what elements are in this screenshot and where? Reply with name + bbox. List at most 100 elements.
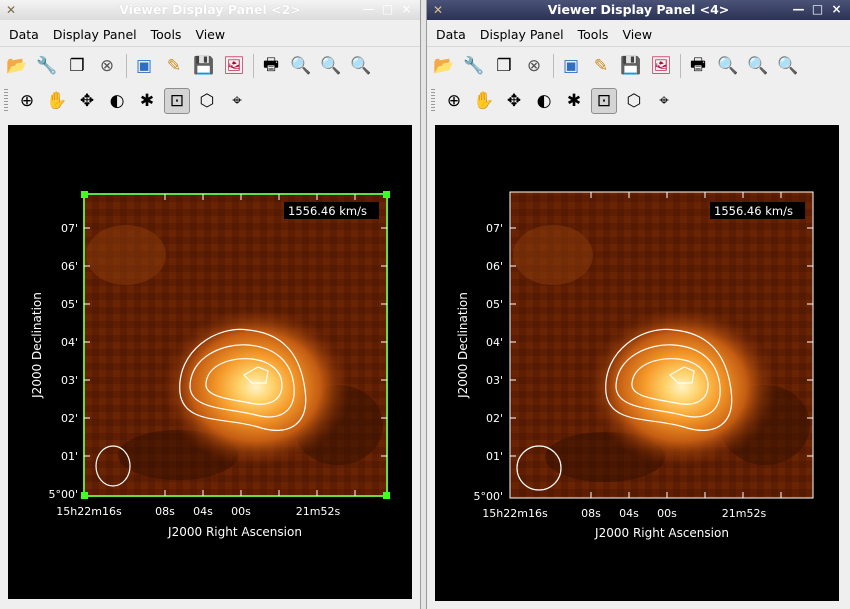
export-image-icon[interactable]: 🖼: [221, 53, 247, 79]
x-tick-labels: 15h22m16s 08s 04s 00s 21m52s: [56, 505, 340, 518]
pan-tool-icon[interactable]: ✋: [471, 88, 497, 114]
menu-data[interactable]: Data: [0, 27, 46, 42]
rectangle-region-icon[interactable]: ⊡: [164, 88, 190, 114]
menu-bar: Data Display Panel Tools View: [0, 22, 420, 47]
save-icon[interactable]: 💾: [618, 53, 644, 79]
toolbar-grip[interactable]: [431, 89, 435, 113]
menu-view[interactable]: View: [188, 27, 232, 42]
preferences-icon[interactable]: ✎: [161, 53, 187, 79]
selection-handle[interactable]: [81, 191, 88, 198]
zoom-out-icon[interactable]: 🔍: [775, 53, 801, 79]
pan-tool-icon[interactable]: ✋: [44, 88, 70, 114]
y-tick-label: 01': [486, 450, 503, 463]
image-canvas[interactable]: 1556.46 km/s 07' 06' 05' 04' 03' 02' 01'…: [8, 125, 412, 599]
title-bar[interactable]: ✕ Viewer Display Panel <2> — □ ×: [0, 0, 420, 20]
selection-handle[interactable]: [383, 492, 390, 499]
x-tick-label: 00s: [231, 505, 251, 518]
x-axis-label: J2000 Right Ascension: [167, 525, 302, 539]
viewer-window-2: ✕ Viewer Display Panel <2> — □ × Data Di…: [0, 0, 421, 609]
x-tick-label: 04s: [619, 507, 639, 520]
y-tick-label: 05': [486, 298, 503, 311]
x-tick-label: 08s: [155, 505, 175, 518]
y-tick-label: 06': [61, 260, 78, 273]
preferences-icon[interactable]: ✎: [588, 53, 614, 79]
y-tick-label: 5°00': [473, 490, 503, 503]
main-toolbar: 📂 🔧 ❐ ⊗ ▣ ✎ 💾 🖼 🖶 🔍 🔍 🔍: [431, 50, 805, 82]
zoom-in-icon[interactable]: 🔍: [745, 53, 771, 79]
print-icon[interactable]: 🖶: [258, 53, 284, 79]
wrench-icon[interactable]: 🔧: [461, 53, 487, 79]
close-button[interactable]: ×: [399, 2, 414, 17]
rectangle-region-icon[interactable]: ⊡: [591, 88, 617, 114]
zoom-tool-icon[interactable]: ⊕: [441, 88, 467, 114]
separator: [680, 54, 681, 78]
y-tick-label: 5°00': [48, 488, 78, 501]
window-title: Viewer Display Panel <2>: [119, 2, 301, 17]
title-bar[interactable]: ✕ Viewer Display Panel <4> — □ ×: [427, 0, 850, 20]
open-icon[interactable]: 📂: [431, 53, 457, 79]
maximize-button[interactable]: □: [810, 2, 825, 17]
tools-toolbar: ⊕ ✋ ✥ ◐ ✱ ⊡ ⬡ ⌖: [431, 85, 681, 117]
y-tick-label: 05': [61, 298, 78, 311]
save-icon[interactable]: 💾: [191, 53, 217, 79]
menu-tools[interactable]: Tools: [571, 27, 616, 42]
selection-handle[interactable]: [81, 492, 88, 499]
wrench-icon[interactable]: 🔧: [34, 53, 60, 79]
zoom-fit-icon[interactable]: 🔍: [288, 53, 314, 79]
toolbar-grip[interactable]: [4, 89, 8, 113]
colormap-tool-icon[interactable]: ✱: [561, 88, 587, 114]
menu-display-panel[interactable]: Display Panel: [46, 27, 144, 42]
zoom-out-icon[interactable]: 🔍: [348, 53, 374, 79]
colormap-tool-icon[interactable]: ✱: [134, 88, 160, 114]
copy-icon[interactable]: ❐: [64, 53, 90, 79]
separator: [553, 54, 554, 78]
x-tick-label: 15h22m16s: [482, 507, 548, 520]
close-circle-icon[interactable]: ⊗: [521, 53, 547, 79]
point-region-icon[interactable]: ⌖: [651, 88, 677, 114]
map-display: 1556.46 km/s 07' 06' 05' 04' 03' 02' 01'…: [456, 191, 814, 540]
menu-tools[interactable]: Tools: [144, 27, 189, 42]
y-tick-label: 02': [486, 412, 503, 425]
menu-bar: Data Display Panel Tools View: [427, 22, 850, 47]
selection-handle[interactable]: [383, 191, 390, 198]
minimize-button[interactable]: —: [361, 2, 376, 17]
polygon-region-icon[interactable]: ⬡: [194, 88, 220, 114]
tools-toolbar: ⊕ ✋ ✥ ◐ ✱ ⊡ ⬡ ⌖: [4, 85, 254, 117]
y-axis-label: J2000 Declination: [30, 292, 44, 399]
contrast-tool-icon[interactable]: ◐: [531, 88, 557, 114]
minimize-button[interactable]: —: [791, 2, 806, 17]
image-canvas[interactable]: 1556.46 km/s 07' 06' 05' 04' 03' 02' 01'…: [435, 125, 839, 601]
new-panel-icon[interactable]: ▣: [131, 53, 157, 79]
zoom-fit-icon[interactable]: 🔍: [715, 53, 741, 79]
y-tick-label: 03': [486, 374, 503, 387]
menu-data[interactable]: Data: [427, 27, 473, 42]
zoom-in-icon[interactable]: 🔍: [318, 53, 344, 79]
close-button[interactable]: ×: [829, 2, 844, 17]
y-tick-label: 03': [61, 374, 78, 387]
y-tick-labels: 07' 06' 05' 04' 03' 02' 01' 5°00': [473, 222, 503, 503]
separator: [253, 54, 254, 78]
move-tool-icon[interactable]: ✥: [74, 88, 100, 114]
copy-icon[interactable]: ❐: [491, 53, 517, 79]
x-tick-label: 00s: [657, 507, 677, 520]
velocity-label: 1556.46 km/s: [714, 204, 793, 218]
polygon-region-icon[interactable]: ⬡: [621, 88, 647, 114]
export-image-icon[interactable]: 🖼: [648, 53, 674, 79]
move-tool-icon[interactable]: ✥: [501, 88, 527, 114]
x-tick-label: 21m52s: [722, 507, 767, 520]
menu-display-panel[interactable]: Display Panel: [473, 27, 571, 42]
point-region-icon[interactable]: ⌖: [224, 88, 250, 114]
y-tick-label: 01': [61, 450, 78, 463]
separator: [126, 54, 127, 78]
x-tick-label: 21m52s: [296, 505, 341, 518]
maximize-button[interactable]: □: [380, 2, 395, 17]
zoom-tool-icon[interactable]: ⊕: [14, 88, 40, 114]
menu-view[interactable]: View: [615, 27, 659, 42]
new-panel-icon[interactable]: ▣: [558, 53, 584, 79]
print-icon[interactable]: 🖶: [685, 53, 711, 79]
contrast-tool-icon[interactable]: ◐: [104, 88, 130, 114]
open-icon[interactable]: 📂: [4, 53, 30, 79]
close-circle-icon[interactable]: ⊗: [94, 53, 120, 79]
x-tick-label: 04s: [193, 505, 213, 518]
y-tick-labels: 07' 06' 05' 04' 03' 02' 01' 5°00': [48, 222, 78, 501]
